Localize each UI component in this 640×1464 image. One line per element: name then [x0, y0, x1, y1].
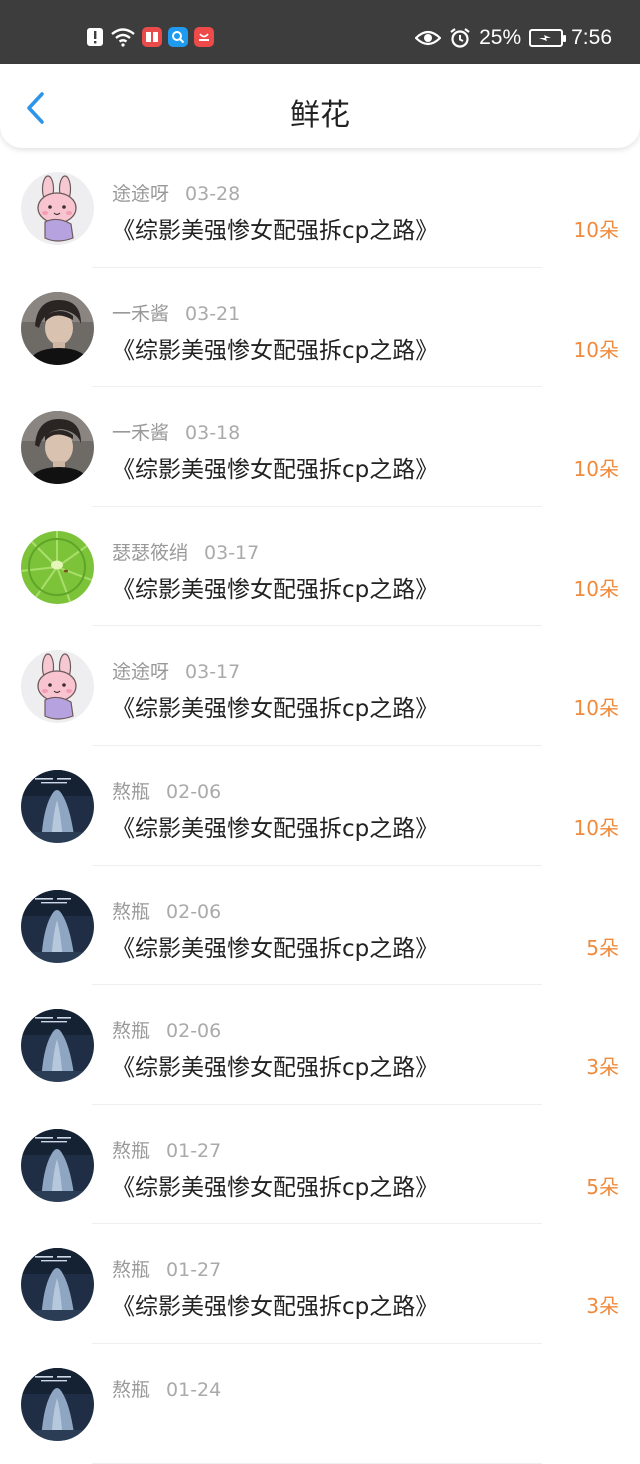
record-meta: 熬瓶 02-06 [112, 1016, 221, 1043]
record-meta: 瑟瑟筱绡 03-17 [112, 538, 259, 565]
book-title: 《综影美强惨女配强拆cp之路》 [112, 337, 439, 364]
flower-count: 10朵 [573, 815, 619, 840]
list-item[interactable]: 熬瓶 02-06 《综影美强惨女配强拆cp之路》 3朵 [0, 985, 640, 1105]
record-meta: 熬瓶 02-06 [112, 777, 221, 804]
avatar[interactable] [21, 291, 94, 365]
record-meta: 熬瓶 02-06 [112, 897, 221, 924]
flower-count: 10朵 [573, 337, 619, 362]
divider [92, 1462, 542, 1464]
flower-count: 5朵 [586, 935, 619, 960]
flower-count: 10朵 [573, 457, 619, 482]
record-date: 03-21 [185, 302, 241, 325]
alert-icon [86, 27, 104, 47]
page-title: 鲜花 [290, 98, 350, 133]
flower-count: 10朵 [573, 218, 619, 242]
book-title: 《综影美强惨女配强拆cp之路》 [112, 218, 439, 244]
avatar[interactable] [21, 769, 94, 843]
clock: 7:56 [571, 26, 612, 49]
status-bar-system: 25% 7:56 [415, 26, 612, 50]
avatar[interactable] [21, 172, 94, 245]
book-title: 《综影美强惨女配强拆cp之路》 [112, 935, 439, 962]
user-name: 熬瓶 [112, 900, 151, 923]
avatar[interactable] [21, 1128, 94, 1202]
list-item[interactable]: 瑟瑟筱绡 03-17 《综影美强惨女配强拆cp之路》 10朵 [0, 507, 640, 627]
user-name: 途途呀 [112, 183, 170, 205]
user-name: 一禾酱 [112, 422, 170, 445]
record-date: 03-28 [185, 183, 241, 205]
record-meta: 途途呀 03-28 [112, 179, 240, 206]
list-item[interactable]: 途途呀 03-17 《综影美强惨女配强拆cp之路》 10朵 [0, 626, 640, 746]
record-date: 01-27 [166, 1259, 222, 1282]
status-bar-notifications [86, 27, 214, 47]
record-meta: 途途呀 03-17 [112, 657, 240, 684]
record-meta: 熬瓶 01-27 [112, 1136, 221, 1163]
flower-count: 3朵 [586, 1294, 619, 1319]
record-date: 02-06 [166, 900, 222, 923]
book-title: 《综影美强惨女配强拆cp之路》 [112, 576, 439, 603]
user-name: 熬瓶 [112, 780, 151, 803]
record-meta: 熬瓶 01-27 [112, 1255, 221, 1282]
list-item[interactable]: 熬瓶 01-27 《综影美强惨女配强拆cp之路》 3朵 [0, 1224, 640, 1344]
wifi-icon [110, 27, 136, 47]
avatar[interactable] [21, 1009, 94, 1083]
eye-icon [415, 29, 442, 47]
battery-icon [529, 29, 567, 47]
red-book-app-icon [142, 27, 162, 47]
list-item[interactable]: 熬瓶 02-06 《综影美强惨女配强拆cp之路》 10朵 [0, 746, 640, 866]
list-item[interactable]: 熬瓶 02-06 《综影美强惨女配强拆cp之路》 5朵 [0, 866, 640, 986]
user-name: 瑟瑟筱绡 [112, 541, 189, 564]
book-title: 《综影美强惨女配强拆cp之路》 [112, 457, 439, 484]
top-nav-bar: 鲜花 [0, 64, 640, 148]
flower-count: 5朵 [586, 1174, 619, 1199]
book-title: 《综影美强惨女配强拆cp之路》 [112, 1294, 439, 1321]
record-date: 01-24 [166, 1378, 222, 1401]
alarm-icon [449, 27, 471, 49]
record-date: 03-17 [204, 541, 260, 564]
list-item[interactable]: 一禾酱 03-21 《综影美强惨女配强拆cp之路》 10朵 [0, 268, 640, 388]
avatar[interactable] [21, 1367, 94, 1441]
user-name: 途途呀 [112, 661, 170, 684]
user-name: 熬瓶 [112, 1259, 151, 1282]
user-name: 一禾酱 [112, 302, 170, 325]
record-date: 03-17 [185, 661, 241, 684]
book-title: 《综影美强惨女配强拆cp之路》 [112, 696, 439, 723]
book-title: 《综影美强惨女配强拆cp之路》 [112, 815, 439, 842]
list-item[interactable]: 途途呀 03-28 《综影美强惨女配强拆cp之路》 10朵 [0, 148, 640, 268]
flower-record-list: 途途呀 03-28 《综影美强惨女配强拆cp之路》 10朵 一禾酱 03-21 《综影美强惨… [0, 148, 640, 1464]
flower-count: 10朵 [573, 696, 619, 721]
avatar[interactable] [21, 1248, 94, 1322]
list-item[interactable]: 一禾酱 03-18 《综影美强惨女配强拆cp之路》 10朵 [0, 387, 640, 507]
avatar[interactable] [21, 650, 94, 724]
user-name: 熬瓶 [112, 1378, 151, 1401]
user-name: 熬瓶 [112, 1139, 151, 1162]
record-meta: 熬瓶 01-24 [112, 1375, 221, 1402]
book-title: 《综影美强惨女配强拆cp之路》 [112, 1174, 439, 1201]
battery-percent: 25% [479, 26, 522, 49]
avatar[interactable] [21, 411, 94, 485]
blue-search-app-icon [168, 27, 188, 47]
record-meta: 一禾酱 03-18 [112, 418, 240, 445]
user-name: 熬瓶 [112, 1020, 151, 1043]
list-item[interactable]: 熬瓶 01-24 [0, 1344, 640, 1464]
record-date: 02-06 [166, 780, 222, 803]
record-date: 01-27 [166, 1139, 222, 1162]
record-date: 02-06 [166, 1020, 222, 1043]
status-bar: 25% 7:56 [0, 0, 640, 64]
list-item[interactable]: 熬瓶 01-27 《综影美强惨女配强拆cp之路》 5朵 [0, 1105, 640, 1225]
record-date: 03-18 [185, 422, 241, 445]
flower-count: 10朵 [573, 576, 619, 601]
record-meta: 一禾酱 03-21 [112, 299, 240, 326]
avatar[interactable] [21, 530, 94, 604]
avatar[interactable] [21, 889, 94, 963]
red-mall-app-icon [194, 27, 214, 47]
flower-count: 3朵 [586, 1055, 619, 1080]
book-title: 《综影美强惨女配强拆cp之路》 [112, 1055, 439, 1082]
